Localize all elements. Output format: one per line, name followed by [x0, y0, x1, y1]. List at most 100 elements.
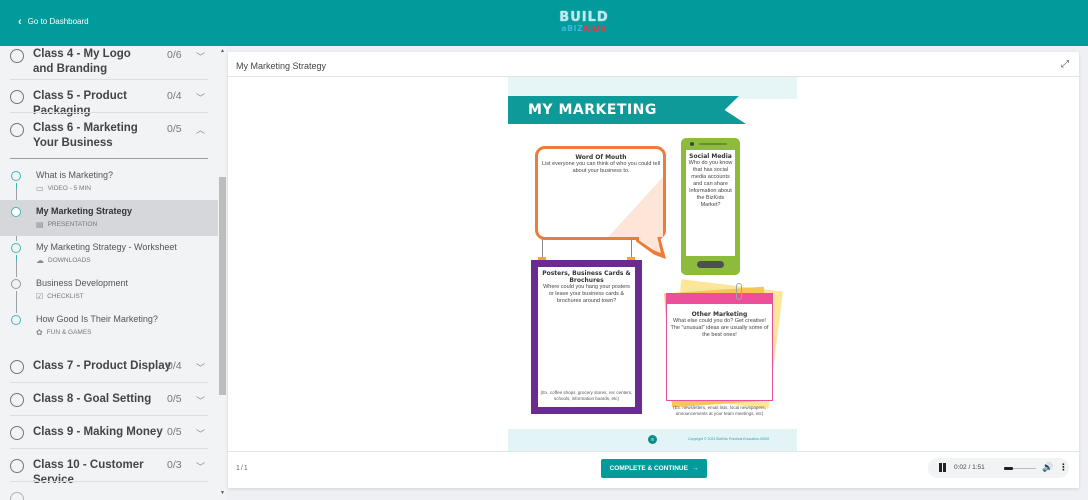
lesson-type: ☑ CHECKLIST — [36, 292, 84, 301]
chevron-down-icon[interactable]: ﹀ — [196, 91, 205, 104]
class-status-circle-icon — [10, 459, 24, 473]
arrow-right-icon: → — [691, 465, 699, 472]
posters-example: (Ex. coffee shops, grocery stores, rec c… — [540, 390, 633, 401]
class-title: Class 5 - Product Packaging — [33, 90, 127, 117]
divider — [10, 382, 208, 383]
class-title: Class 6 - Marketing Your Business — [33, 122, 138, 149]
content-viewer: My Marketing Strategy ⤢ MY MARKETING STR… — [228, 52, 1079, 488]
page-counter: 1/1 — [236, 465, 249, 472]
divider — [10, 158, 208, 160]
go-to-dashboard-link[interactable]: ‹ Go to Dashboard — [18, 16, 89, 27]
chevron-down-icon[interactable]: ﹀ — [196, 50, 205, 63]
audio-time: 0:02 / 1:51 — [954, 464, 985, 471]
slide-page-number: 8 — [648, 435, 657, 444]
divider — [10, 112, 208, 113]
chevron-up-icon[interactable]: ︿ — [196, 123, 205, 136]
lesson-status-icon — [11, 279, 21, 289]
cloud-download-icon: ☁ — [36, 256, 44, 265]
class-progress-count: 0/3 — [167, 459, 182, 471]
chevron-down-icon[interactable]: ﹀ — [196, 427, 205, 440]
class-title: Class 4 - My Logo and Branding — [33, 48, 131, 75]
class-title: Class 8 - Goal Setting — [33, 393, 152, 405]
hanging-string — [631, 239, 632, 257]
lesson-type-label: DOWNLOADS — [48, 257, 91, 264]
more-options-icon[interactable]: ⋮ — [1059, 462, 1068, 473]
scroll-up-arrow-icon[interactable]: ▲ — [219, 48, 226, 54]
other-marketing-example: (Ex. newsletters, email lists, local new… — [673, 405, 766, 416]
divider — [10, 79, 208, 80]
poster-inner: Posters, Business Cards & Brochures Wher… — [538, 267, 635, 407]
lesson-type: ✿ FUN & GAMES — [36, 328, 92, 337]
lesson-type: ☁ DOWNLOADS — [36, 256, 91, 265]
hanging-string — [542, 239, 543, 257]
class-title: Class 7 - Product Display — [33, 360, 172, 372]
scrollbar-thumb[interactable] — [219, 177, 226, 395]
class-item-5[interactable]: Class 5 - Product Packaging 0/4 ﹀ — [0, 89, 208, 117]
class-status-circle-icon — [10, 49, 24, 63]
lesson-title: How Good Is Their Marketing? — [36, 314, 158, 324]
class-status-circle-icon — [10, 90, 24, 104]
chevron-down-icon[interactable]: ﹀ — [196, 361, 205, 374]
note-header-bar — [667, 294, 772, 304]
logo-line1: BUILD — [559, 10, 609, 25]
chevron-down-icon[interactable]: ﹀ — [196, 394, 205, 407]
other-marketing-note: Other Marketing What else could you do? … — [666, 293, 773, 401]
decorative-band — [508, 77, 797, 99]
class-status-circle-icon — [10, 426, 24, 440]
sidebar-scrollbar[interactable]: ▲ ▼ — [218, 46, 227, 500]
class-status-circle-icon — [10, 123, 24, 137]
copyright-text: Copyright © 2022 BizKids Practical Educa… — [688, 437, 770, 441]
games-icon: ✿ — [36, 328, 43, 337]
social-media-text: Who do you know that has social media ac… — [688, 160, 733, 208]
class-progress-count: 0/4 — [167, 360, 182, 372]
phone-home-button-icon — [697, 261, 724, 268]
lesson-item[interactable]: How Good Is Their Marketing? ✿ FUN & GAME… — [0, 314, 218, 350]
lesson-item[interactable]: Business Development ☑ CHECKLIST — [0, 278, 218, 314]
chevron-down-icon[interactable]: ﹀ — [196, 460, 205, 473]
lesson-title: What is Marketing? — [36, 170, 114, 180]
complete-and-continue-button[interactable]: COMPLETE & CONTINUE → — [601, 459, 707, 478]
go-to-dashboard-label: Go to Dashboard — [27, 17, 89, 26]
scroll-down-arrow-icon[interactable]: ▼ — [219, 490, 226, 496]
class-item-partial[interactable] — [0, 490, 208, 500]
lesson-title-header: My Marketing Strategy — [236, 61, 327, 71]
class-progress-count: 0/6 — [167, 49, 182, 61]
class-item-4[interactable]: Class 4 - My Logo and Branding 0/6 ﹀ — [0, 46, 208, 79]
other-marketing-title: Other Marketing — [691, 311, 748, 318]
class-item-6[interactable]: Class 6 - Marketing Your Business 0/5 ︿ — [0, 121, 208, 157]
logo-kids: KIDS — [583, 24, 607, 33]
class-progress-count: 0/5 — [167, 393, 182, 405]
lesson-title: My Marketing Strategy - Worksheet — [36, 242, 177, 252]
phone-screen: Social Media Who do you know that has so… — [686, 150, 735, 256]
class-status-circle-icon — [10, 492, 24, 500]
class-item-8[interactable]: Class 8 - Goal Setting 0/5 ﹀ — [0, 392, 208, 414]
presentation-icon: ▤ — [36, 220, 44, 229]
posters-board: Posters, Business Cards & Brochures Wher… — [531, 260, 642, 414]
class-item-7[interactable]: Class 7 - Product Display 0/4 ﹀ — [0, 359, 208, 381]
word-of-mouth-bubble: Word Of Mouth List everyone you can thin… — [535, 146, 666, 240]
lesson-item[interactable]: My Marketing Strategy - Worksheet ☁ DOWNL… — [0, 242, 218, 278]
course-sidebar: Class 4 - My Logo and Branding 0/6 ﹀ Cla… — [0, 46, 218, 500]
lesson-item-active[interactable]: My Marketing Strategy ▤ PRESENTATION — [0, 200, 218, 236]
lesson-type: ▭ VIDEO - 5 MIN — [36, 184, 91, 193]
volume-icon[interactable]: 🔊 — [1042, 462, 1053, 473]
social-media-phone: Social Media Who do you know that has so… — [681, 138, 740, 275]
class-progress-count: 0/5 — [167, 123, 182, 135]
worksheet-banner: MY MARKETING STRATEGY — [508, 96, 746, 124]
audio-player: 0:02 / 1:51 🔊 ⋮ — [928, 458, 1069, 478]
pause-icon[interactable] — [939, 463, 946, 472]
class-item-9[interactable]: Class 9 - Making Money 0/5 ﹀ — [0, 425, 208, 447]
class-status-circle-icon — [10, 393, 24, 407]
lesson-status-icon — [11, 243, 21, 253]
expand-fullscreen-icon[interactable]: ⤢ — [1061, 59, 1069, 70]
logo-line2: aBIZKIDS — [558, 24, 610, 33]
divider — [10, 448, 208, 449]
class-progress-count: 0/4 — [167, 90, 182, 102]
audio-progress-slider[interactable] — [1004, 467, 1036, 470]
top-bar: ‹ Go to Dashboard BUILD aBIZKIDS — [0, 0, 1088, 46]
lesson-type-label: VIDEO - 5 MIN — [47, 185, 91, 192]
video-icon: ▭ — [36, 184, 44, 193]
divider — [10, 415, 208, 416]
class-item-10[interactable]: Class 10 - Customer Service 0/3 ﹀ — [0, 458, 208, 486]
posters-text: Where could you hang your posters or lea… — [543, 284, 630, 304]
